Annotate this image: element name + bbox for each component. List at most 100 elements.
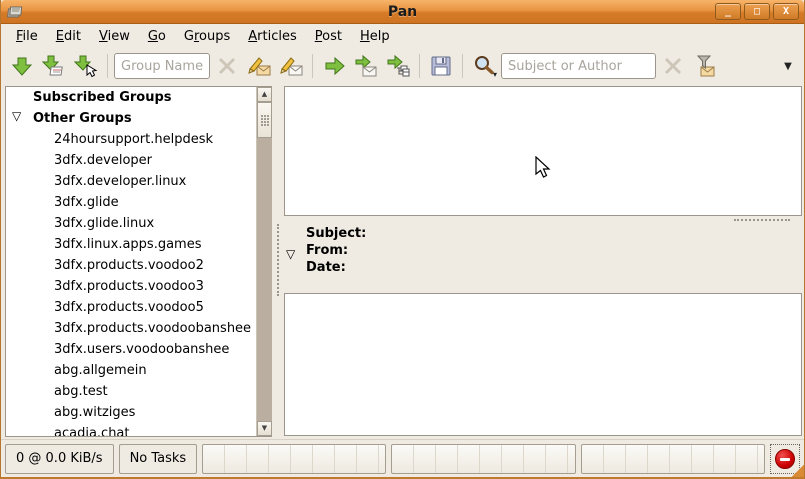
group-row[interactable]: abg.allgemein <box>6 360 256 381</box>
scrollbar-thumb[interactable] <box>257 102 272 138</box>
menu-articles[interactable]: Articles <box>239 26 306 47</box>
menu-bar: FileEditViewGoGroupsArticlesPostHelp <box>1 25 804 48</box>
group-row[interactable]: 3dfx.developer.linux <box>6 171 256 192</box>
group-name-label: 3dfx.developer.linux <box>54 174 186 189</box>
overflow-caret-icon: ▼ <box>784 61 792 72</box>
read-next-unread-thread-button[interactable] <box>383 51 413 81</box>
expander-triangle-icon[interactable]: ▽ <box>286 247 295 261</box>
status-bar: 0 @ 0.0 KiB/s No Tasks <box>1 439 804 477</box>
group-row[interactable]: 3dfx.products.voodoo3 <box>6 276 256 297</box>
group-row[interactable]: 3dfx.glide <box>6 192 256 213</box>
connection-status: 0 @ 0.0 KiB/s <box>5 444 114 474</box>
group-row[interactable]: 3dfx.glide.linux <box>6 213 256 234</box>
titlebar[interactable]: Pan _ □ X <box>1 0 804 24</box>
group-name-input[interactable] <box>114 53 210 79</box>
article-info-pane: ▽ Subject: From: Date: <box>284 223 802 291</box>
maximize-button[interactable]: □ <box>744 3 770 20</box>
splitter-grip <box>734 219 790 221</box>
group-name-label: abg.witziges <box>54 405 135 420</box>
menu-file[interactable]: File <box>7 26 47 47</box>
read-next-unread-button[interactable] <box>319 51 349 81</box>
menu-groups[interactable]: Groups <box>175 26 239 47</box>
dropdown-caret-icon: ▾ <box>493 70 497 79</box>
article-header-pane[interactable] <box>284 86 802 216</box>
window-title: Pan <box>1 4 804 20</box>
group-name-label: acadia.chat <box>54 426 130 436</box>
get-new-headers-button[interactable] <box>7 51 37 81</box>
task-progress-bar <box>202 444 386 474</box>
pencil-open-envelope-icon <box>278 54 304 78</box>
group-name-label: 3dfx.developer <box>54 153 152 168</box>
group-pane: Subscribed Groups▽Other Groups 24hoursupp… <box>5 86 272 437</box>
toolbar-separator <box>312 54 313 78</box>
group-name-label: 3dfx.glide <box>54 195 119 210</box>
vertical-pane-splitter[interactable] <box>272 86 284 437</box>
group-row[interactable]: 3dfx.developer <box>6 150 256 171</box>
right-arrow-icon <box>323 55 345 77</box>
group-row[interactable]: 3dfx.products.voodoobanshee <box>6 318 256 339</box>
pan-window: Pan _ □ X FileEditViewGoGroupsArticlesPo… <box>0 0 805 479</box>
group-section-other-groups[interactable]: ▽Other Groups <box>6 108 256 129</box>
followup-article-button[interactable] <box>276 51 306 81</box>
menu-go[interactable]: Go <box>139 26 175 47</box>
funnel-envelope-icon <box>693 54 717 78</box>
scroll-down-arrow-icon[interactable]: ▼ <box>257 421 272 436</box>
scrollbar-grip <box>261 115 270 127</box>
expander-triangle-icon[interactable]: ▽ <box>12 109 21 123</box>
search-input[interactable] <box>501 53 656 79</box>
toolbar-separator <box>107 54 108 78</box>
down-arrow-icon <box>11 55 33 77</box>
save-articles-button[interactable] <box>426 51 456 81</box>
group-row[interactable]: 3dfx.users.voodoobanshee <box>6 339 256 360</box>
toolbar: ▾ ▼ <box>1 48 804 84</box>
menu-post[interactable]: Post <box>306 26 351 47</box>
window-resize-grip[interactable] <box>790 463 804 477</box>
group-row[interactable]: 24hoursupport.helpdesk <box>6 129 256 150</box>
group-row[interactable]: abg.test <box>6 381 256 402</box>
menu-view[interactable]: View <box>90 26 139 47</box>
search-options-button[interactable]: ▾ <box>469 51 499 81</box>
group-name-label: 24hoursupport.helpdesk <box>54 132 213 147</box>
group-name-label: abg.test <box>54 384 108 399</box>
group-row[interactable]: 3dfx.products.voodoo2 <box>6 255 256 276</box>
read-next-unread-article-button[interactable] <box>351 51 381 81</box>
get-new-headers-subscribed-button[interactable] <box>39 51 69 81</box>
subject-label: Subject: <box>306 225 802 242</box>
group-name-label: 3dfx.products.voodoo5 <box>54 300 204 315</box>
clear-search-button[interactable] <box>658 51 688 81</box>
pencil-envelope-icon <box>246 54 272 78</box>
filter-articles-button[interactable] <box>690 51 720 81</box>
get-headers-selected-button[interactable] <box>71 51 101 81</box>
scrollbar-track[interactable] <box>257 102 272 421</box>
post-article-button[interactable] <box>244 51 274 81</box>
toolbar-separator <box>419 54 420 78</box>
group-row[interactable]: 3dfx.linux.apps.games <box>6 234 256 255</box>
horizontal-pane-splitter[interactable] <box>284 216 802 223</box>
close-button[interactable]: X <box>773 3 799 20</box>
from-label: From: <box>306 242 802 259</box>
splitter-grip <box>277 224 279 296</box>
group-list: Subscribed Groups▽Other Groups 24hoursupp… <box>6 87 256 436</box>
group-list-scrollbar[interactable]: ▲ ▼ <box>256 87 271 436</box>
task-progress-bar <box>581 444 765 474</box>
group-name-label: 3dfx.users.voodoobanshee <box>54 342 229 357</box>
group-row[interactable]: abg.witziges <box>6 402 256 423</box>
group-row[interactable]: 3dfx.products.voodoo5 <box>6 297 256 318</box>
article-body-pane[interactable] <box>284 293 802 436</box>
down-arrow-cursor-icon <box>74 54 98 78</box>
clear-x-icon <box>217 56 237 76</box>
tasks-status[interactable]: No Tasks <box>119 444 198 474</box>
date-label: Date: <box>306 259 802 276</box>
clear-group-filter-button[interactable] <box>212 51 242 81</box>
toolbar-overflow-button[interactable]: ▼ <box>778 51 798 81</box>
menu-edit[interactable]: Edit <box>47 26 90 47</box>
group-section-subscribed-groups[interactable]: Subscribed Groups <box>6 87 256 108</box>
minimize-button[interactable]: _ <box>715 3 741 20</box>
menu-help[interactable]: Help <box>351 26 399 47</box>
task-progress-bar <box>391 444 575 474</box>
scroll-up-arrow-icon[interactable]: ▲ <box>257 87 272 102</box>
group-row[interactable]: acadia.chat <box>6 423 256 436</box>
group-name-label: 3dfx.linux.apps.games <box>54 237 201 252</box>
right-arrow-envelope-icon <box>354 54 378 78</box>
clear-x-icon <box>663 56 683 76</box>
